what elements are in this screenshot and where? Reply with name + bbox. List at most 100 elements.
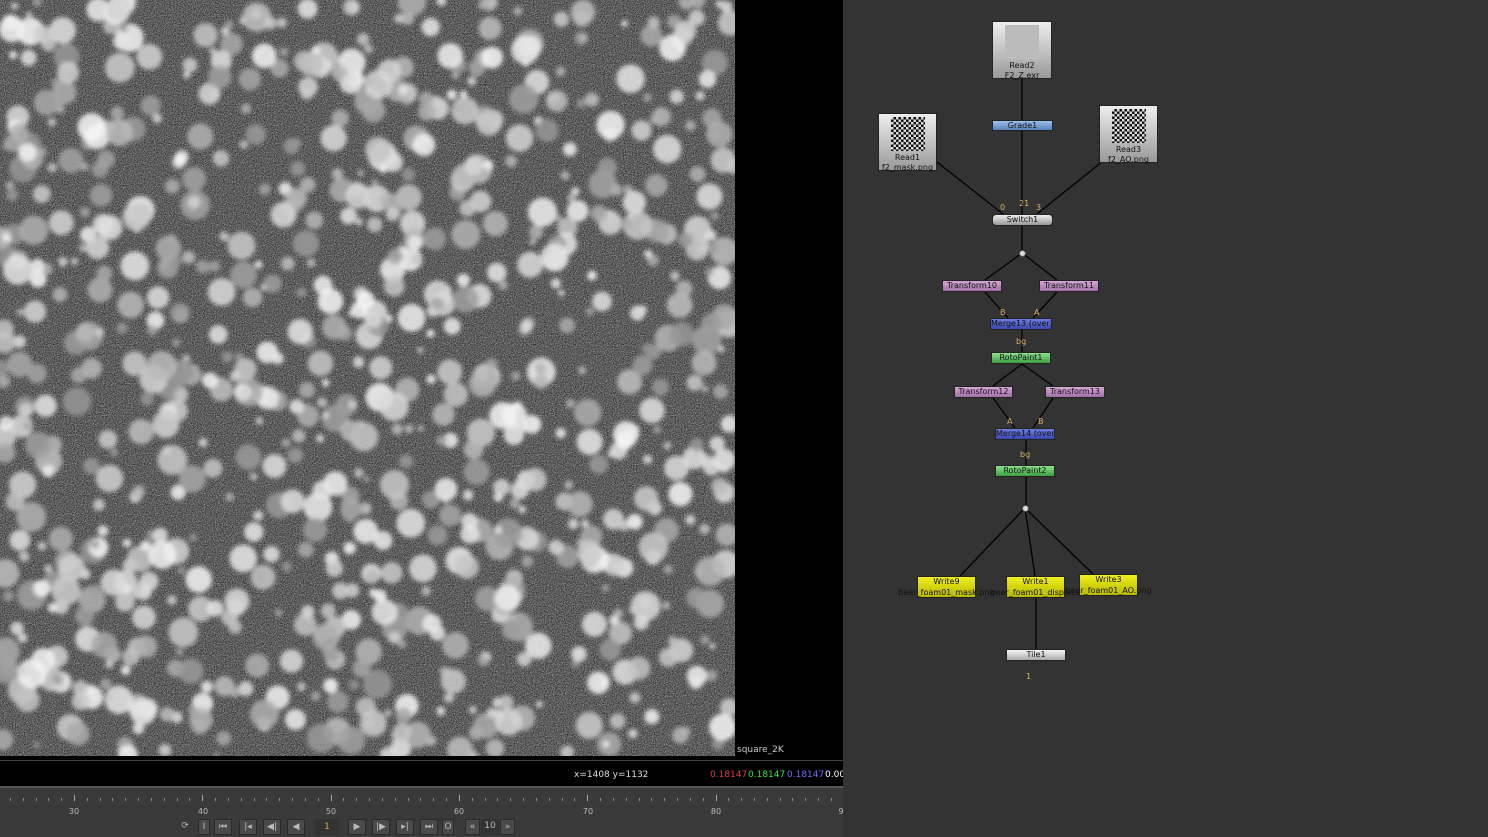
node-write9[interactable]: Write9 beer_foam01_mask.png [898,576,995,598]
tick-label: 70 [582,807,594,816]
timeline-tick [279,798,281,801]
timeline-tick [715,795,717,801]
timeline-tick [471,798,473,801]
timeline-tick [150,798,152,801]
node-switch1[interactable]: Switch1 [992,214,1053,226]
prev-keyframe-button[interactable]: |◂ [239,819,257,835]
timeline-tick [394,798,396,801]
timeline-tick [625,798,627,801]
node-label: Write9 [933,577,960,586]
dot-node[interactable] [1022,505,1029,512]
node-label: Read3 [1115,145,1142,154]
timeline-tick [792,798,794,801]
timeline-tick [407,798,409,801]
first-frame-button[interactable]: ⏮ [214,819,232,835]
node-read2[interactable]: Read2 F2_Z.exr [992,21,1052,80]
input-label: 1 [1026,672,1032,681]
timeline-tick [548,798,550,801]
timeline-tick [484,798,486,801]
out-point-button[interactable]: O [442,819,454,835]
timeline-tick [35,798,37,801]
skip-forward-button[interactable]: » [500,819,515,835]
cursor-coords: x=1408 y=1132 [574,770,649,780]
node-merge14[interactable]: Merge14 (over) [995,428,1055,440]
timeline-tick [176,798,178,801]
timeline-tick [74,795,75,801]
timeline-tick [523,798,525,801]
pixel-red: 0.18147 [710,770,748,780]
timeline-tick [651,798,653,801]
timeline-tick [343,798,345,801]
input-label: B [1000,308,1006,317]
step-forward-button[interactable]: |▶ [372,819,390,835]
timeline-tick [587,795,589,801]
timeline-tick [86,798,88,801]
tick-label: 80 [710,807,722,816]
node-transform13[interactable]: Transform13 [1045,386,1105,398]
timeline-tick [369,798,371,801]
node-merge13[interactable]: Merge13 (over) [990,318,1052,330]
timeline-tick [112,798,114,801]
timeline-tick [304,798,306,801]
timeline-tick [612,798,614,801]
format-label: square_2K [737,745,784,755]
timeline-tick [574,798,576,801]
viewer-info-bar: x=1408 y=1132 0.18147 0.18147 0.18147 0.… [0,760,845,786]
timeline-tick [215,798,217,801]
node-label: Read1 [894,153,921,162]
timeline-tick [381,798,383,801]
timeline-tick [61,798,63,801]
timeline-tick [702,798,704,801]
node-read3[interactable]: Read3 f2_AO.png [1099,105,1158,164]
node-grade1[interactable]: Grade1 [992,120,1053,131]
input-label: B [1038,417,1044,426]
frame-increment-field[interactable]: 10 [481,819,499,835]
node-transform11[interactable]: Transform11 [1039,280,1099,292]
timeline[interactable]: 30 40 50 60 70 80 9 ⟳ I ⏮ |◂ ◀| ◀ 1 ▶ |▶… [0,786,845,837]
timeline-tick [446,798,448,801]
timeline-tick [664,798,666,801]
node-read1[interactable]: Read1 f2_mask.png [878,113,937,172]
timeline-tick [638,798,640,801]
next-keyframe-button[interactable]: ▸| [396,819,414,835]
timeline-tick [48,798,50,801]
step-back-button[interactable]: ◀| [263,819,281,835]
timeline-tick [766,798,768,801]
loop-mode-icon[interactable]: ⟳ [176,819,194,835]
node-rotopaint2[interactable]: RotoPaint2 [995,465,1055,477]
last-frame-button[interactable]: ⏭ [420,819,438,835]
timeline-tick [240,798,242,801]
input-label: A [1034,308,1040,317]
node-graph[interactable]: Read2 F2_Z.exr Read1 f2_mask.png Read3 f2_A… [843,0,1488,837]
play-forward-button[interactable]: ▶ [348,819,366,835]
timeline-tick [125,798,127,801]
node-transform10[interactable]: Transform10 [942,280,1002,292]
node-rotopaint1[interactable]: RotoPaint1 [991,352,1051,364]
tick-label: 50 [325,807,337,816]
timeline-tick [741,798,743,801]
timeline-tick [561,798,563,801]
node-write1[interactable]: Write1 beer_foam01_displace [991,576,1080,598]
timeline-tick [266,798,268,801]
timeline-tick [458,795,460,801]
input-label: A [1007,417,1013,426]
node-transform12[interactable]: Transform12 [954,386,1013,398]
node-write3[interactable]: Write3 beer_foam01_AO.png [1066,574,1151,596]
timeline-tick [330,795,332,801]
timeline-tick [728,798,730,801]
timeline-tick [189,798,191,801]
current-frame-field[interactable]: 1 [315,819,339,835]
node-label: Write1 [1022,577,1049,586]
in-point-button[interactable]: I [198,819,210,835]
node-tile1[interactable]: Tile1 [1006,649,1066,661]
timeline-tick [202,795,204,801]
play-backward-button[interactable]: ◀ [287,819,305,835]
tick-label: 40 [197,807,209,816]
timeline-tick [292,798,294,801]
viewer[interactable]: square_2K [0,0,843,760]
node-file: beer_foam01_AO.png [1065,586,1152,595]
dot-node[interactable] [1019,250,1026,257]
timeline-tick [253,798,255,801]
timeline-tick [317,798,319,801]
skip-back-button[interactable]: « [465,819,480,835]
